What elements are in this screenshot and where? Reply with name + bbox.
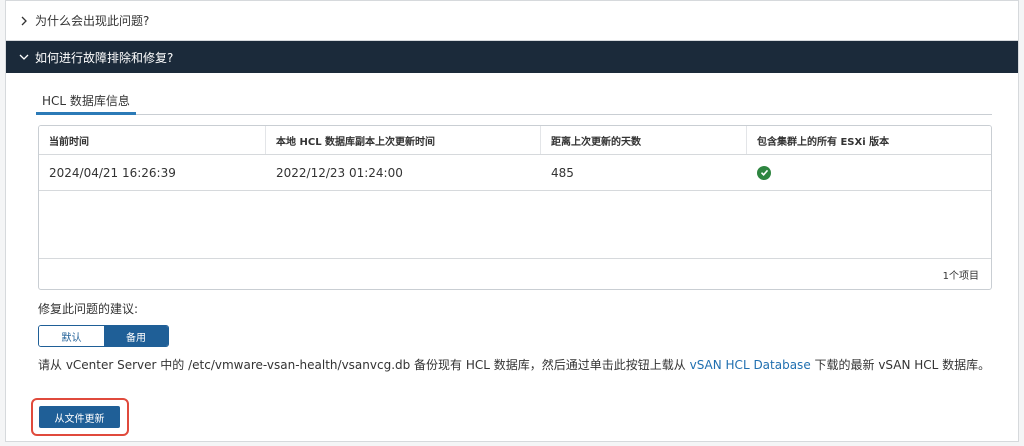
tab-hcl-db-info[interactable]: HCL 数据库信息 [36,89,136,115]
description-text: 请从 vCenter Server 中的 /etc/vmware-vsan-he… [38,358,690,372]
troubleshoot-panel: 为什么会出现此问题? 如何进行故障排除和修复? HCL 数据库信息 当前时间 本… [5,0,1019,442]
suggestion-label: 修复此问题的建议: [38,302,139,316]
suggestion-toggle: 默认 备用 [38,325,169,347]
column-header-current-time[interactable]: 当前时间 [39,126,266,154]
chevron-right-icon [19,16,29,26]
tab-bar: HCL 数据库信息 [36,89,992,115]
cell-last-update: 2022/12/23 01:24:00 [276,165,403,180]
hcl-info-table: 当前时间 本地 HCL 数据库副本上次更新时间 距离上次更新的天数 包含集群上的… [38,125,992,290]
vsan-hcl-database-link[interactable]: vSAN HCL Database [690,358,811,372]
column-header-esxi-versions[interactable]: 包含集群上的所有 ESXi 版本 [747,126,991,154]
accordion-how-label: 如何进行故障排除和修复? [35,50,174,65]
cell-days-since: 485 [551,165,574,180]
table-header: 当前时间 本地 HCL 数据库副本上次更新时间 距离上次更新的天数 包含集群上的… [39,126,991,155]
description-text-end: 下载的最新 vSAN HCL 数据库。 [810,358,991,372]
update-from-file-button[interactable]: 从文件更新 [39,406,120,428]
accordion-why[interactable]: 为什么会出现此问题? [6,1,1018,41]
column-header-days-since[interactable]: 距离上次更新的天数 [541,126,747,154]
option-alternate[interactable]: 备用 [104,326,168,346]
table-footer-count: 1个项目 [39,258,991,289]
table-row[interactable]: 2024/04/21 16:26:39 2022/12/23 01:24:00 … [39,155,991,191]
option-default[interactable]: 默认 [39,326,104,346]
fix-description: 请从 vCenter Server 中的 /etc/vmware-vsan-he… [38,354,998,376]
check-icon [757,165,771,180]
chevron-down-icon [19,52,29,62]
accordion-how[interactable]: 如何进行故障排除和修复? [6,41,1018,73]
column-header-last-update[interactable]: 本地 HCL 数据库副本上次更新时间 [266,126,541,154]
cell-esxi-versions [747,155,991,190]
cell-current-time: 2024/04/21 16:26:39 [49,165,176,180]
accordion-why-label: 为什么会出现此问题? [35,14,150,28]
